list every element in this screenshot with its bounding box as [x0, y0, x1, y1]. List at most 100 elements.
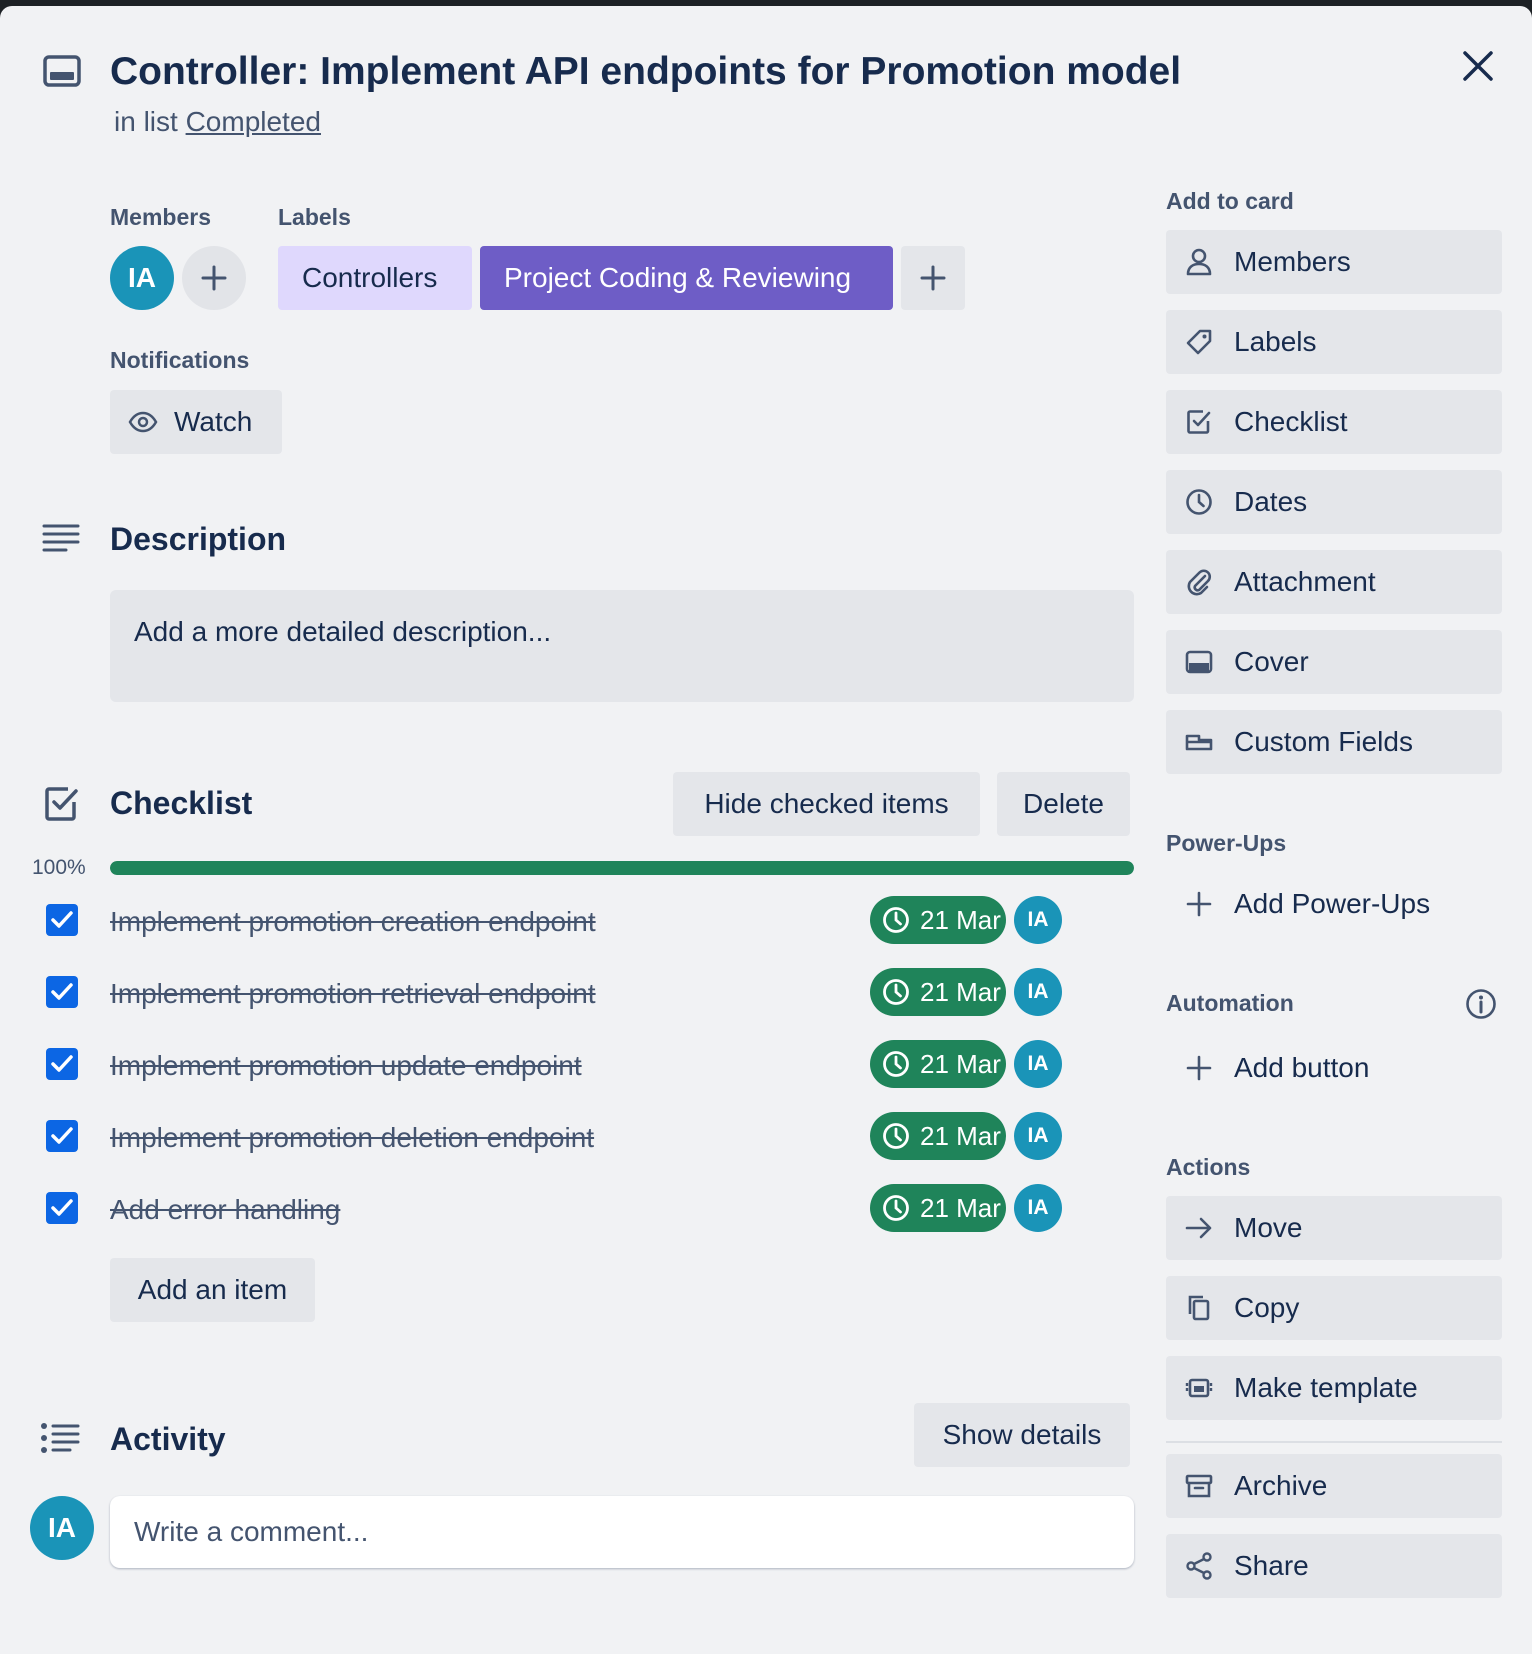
- member-avatar[interactable]: IA: [110, 246, 174, 310]
- close-button[interactable]: [1458, 46, 1498, 86]
- add-to-card-heading: Add to card: [1166, 188, 1294, 214]
- cover-icon: [1185, 650, 1213, 674]
- checklist-item-text[interactable]: Implement promotion creation endpoint: [110, 906, 596, 938]
- list-link[interactable]: Completed: [186, 106, 321, 137]
- item-due-date-chip[interactable]: 21 Mar: [870, 1184, 1006, 1232]
- activity-heading: Activity: [110, 1421, 226, 1457]
- item-assignee-avatar[interactable]: IA: [1014, 1184, 1062, 1232]
- add-checklist-item-button[interactable]: Add an item: [110, 1258, 315, 1322]
- checklist-item-text[interactable]: Implement promotion update endpoint: [110, 1050, 582, 1082]
- sidebar-labels-label: Labels: [1234, 326, 1317, 357]
- label-project-coding-reviewing[interactable]: Project Coding & Reviewing: [480, 246, 893, 310]
- item-checkbox[interactable]: [46, 1048, 78, 1080]
- label-controllers[interactable]: Controllers: [278, 246, 472, 310]
- clock-icon: [883, 1123, 909, 1149]
- card-title[interactable]: Controller: Implement API endpoints for …: [110, 50, 1181, 94]
- sidebar-members-label: Members: [1234, 246, 1351, 277]
- eye-icon: [128, 411, 158, 433]
- item-due-date-chip[interactable]: 21 Mar: [870, 1040, 1006, 1088]
- item-due-date: 21 Mar: [920, 1048, 1001, 1079]
- sidebar-labels-button[interactable]: Labels: [1166, 310, 1502, 374]
- checklist-item-text[interactable]: Implement promotion retrieval endpoint: [110, 978, 596, 1010]
- sidebar-members-button[interactable]: Members: [1166, 230, 1502, 294]
- sidebar-copy-label: Copy: [1234, 1292, 1300, 1323]
- checklist-progress-bar: [110, 861, 1134, 875]
- actions-heading: Actions: [1166, 1154, 1251, 1180]
- checklist-item-text[interactable]: Implement promotion deletion endpoint: [110, 1122, 594, 1154]
- sidebar-share-button[interactable]: Share: [1166, 1534, 1502, 1598]
- sidebar-make-template-label: Make template: [1234, 1372, 1418, 1403]
- add-automation-button[interactable]: Add button: [1166, 1036, 1502, 1100]
- checkmark-icon: [51, 983, 73, 1000]
- sidebar-checklist-label: Checklist: [1234, 406, 1348, 437]
- powerups-heading: Power-Ups: [1166, 830, 1287, 856]
- checklist-item-text[interactable]: Add error handling: [110, 1194, 340, 1226]
- description-editor[interactable]: Add a more detailed description...: [110, 590, 1134, 702]
- comment-input[interactable]: Write a comment...: [110, 1496, 1134, 1568]
- sidebar-attachment-button[interactable]: Attachment: [1166, 550, 1502, 614]
- item-due-date-chip[interactable]: 21 Mar: [870, 896, 1006, 944]
- in-list-prefix: in list: [114, 106, 178, 137]
- checkmark-icon: [51, 1055, 73, 1072]
- share-icon: [1186, 1552, 1212, 1580]
- item-checkbox[interactable]: [46, 1192, 78, 1224]
- card-list-info: in list Completed: [114, 106, 321, 138]
- delete-checklist-button[interactable]: Delete: [997, 772, 1130, 836]
- checkmark-icon: [51, 911, 73, 928]
- sidebar-copy-button[interactable]: Copy: [1166, 1276, 1502, 1340]
- sidebar-archive-button[interactable]: Archive: [1166, 1454, 1502, 1518]
- add-label-button[interactable]: [901, 246, 965, 310]
- paperclip-icon: [1187, 569, 1211, 596]
- item-assignee-avatar[interactable]: IA: [1014, 968, 1062, 1016]
- sidebar-share-label: Share: [1234, 1550, 1309, 1581]
- hide-checked-items-button[interactable]: Hide checked items: [673, 772, 980, 836]
- sidebar-dates-button[interactable]: Dates: [1166, 470, 1502, 534]
- checkbox-icon: [1187, 410, 1211, 434]
- item-checkbox[interactable]: [46, 976, 78, 1008]
- item-assignee-avatar[interactable]: IA: [1014, 1112, 1062, 1160]
- automation-heading: Automation: [1166, 990, 1294, 1016]
- template-icon: [1185, 1378, 1213, 1398]
- item-assignee-avatar[interactable]: IA: [1014, 896, 1062, 944]
- archive-icon: [1185, 1474, 1213, 1498]
- plus-icon: [201, 265, 227, 291]
- sidebar-make-template-button[interactable]: Make template: [1166, 1356, 1502, 1420]
- item-due-date: 21 Mar: [920, 976, 1001, 1007]
- item-due-date-chip[interactable]: 21 Mar: [870, 1112, 1006, 1160]
- copy-icon: [1188, 1295, 1210, 1321]
- checklist-progress-percent: 100%: [32, 856, 86, 879]
- add-button-label: Add button: [1234, 1052, 1370, 1083]
- tag-icon: [1186, 329, 1212, 355]
- watch-button[interactable]: Watch: [110, 390, 282, 454]
- sidebar-custom-fields-button[interactable]: Custom Fields: [1166, 710, 1502, 774]
- add-powerups-button[interactable]: Add Power-Ups: [1166, 872, 1502, 936]
- sidebar-cover-button[interactable]: Cover: [1166, 630, 1502, 694]
- person-icon: [1186, 248, 1212, 276]
- sidebar-custom-fields-label: Custom Fields: [1234, 726, 1413, 757]
- info-icon[interactable]: [1465, 988, 1497, 1020]
- sidebar-checklist-button[interactable]: Checklist: [1166, 390, 1502, 454]
- add-member-button[interactable]: [182, 246, 246, 310]
- sidebar-cover-label: Cover: [1234, 646, 1309, 677]
- clock-icon: [883, 1051, 909, 1077]
- sidebar-move-button[interactable]: Move: [1166, 1196, 1502, 1260]
- card-icon: [43, 55, 81, 87]
- show-details-button[interactable]: Show details: [914, 1403, 1130, 1467]
- custom-fields-icon: [1185, 734, 1213, 751]
- clock-icon: [1186, 489, 1212, 515]
- actions-divider: [1166, 1441, 1502, 1443]
- item-assignee-avatar[interactable]: IA: [1014, 1040, 1062, 1088]
- card-detail-modal: Controller: Implement API endpoints for …: [0, 6, 1532, 1654]
- sidebar-dates-label: Dates: [1234, 486, 1308, 517]
- clock-icon: [883, 1195, 909, 1221]
- sidebar-archive-label: Archive: [1234, 1470, 1328, 1501]
- add-powerups-label: Add Power-Ups: [1234, 888, 1431, 919]
- item-checkbox[interactable]: [46, 1120, 78, 1152]
- item-due-date-chip[interactable]: 21 Mar: [870, 968, 1006, 1016]
- sidebar-attachment-label: Attachment: [1234, 566, 1376, 597]
- item-due-date: 21 Mar: [920, 904, 1001, 935]
- checklist-heading: Checklist: [110, 785, 253, 821]
- item-checkbox[interactable]: [46, 904, 78, 936]
- watch-label: Watch: [174, 406, 253, 437]
- plus-icon: [1186, 1055, 1212, 1081]
